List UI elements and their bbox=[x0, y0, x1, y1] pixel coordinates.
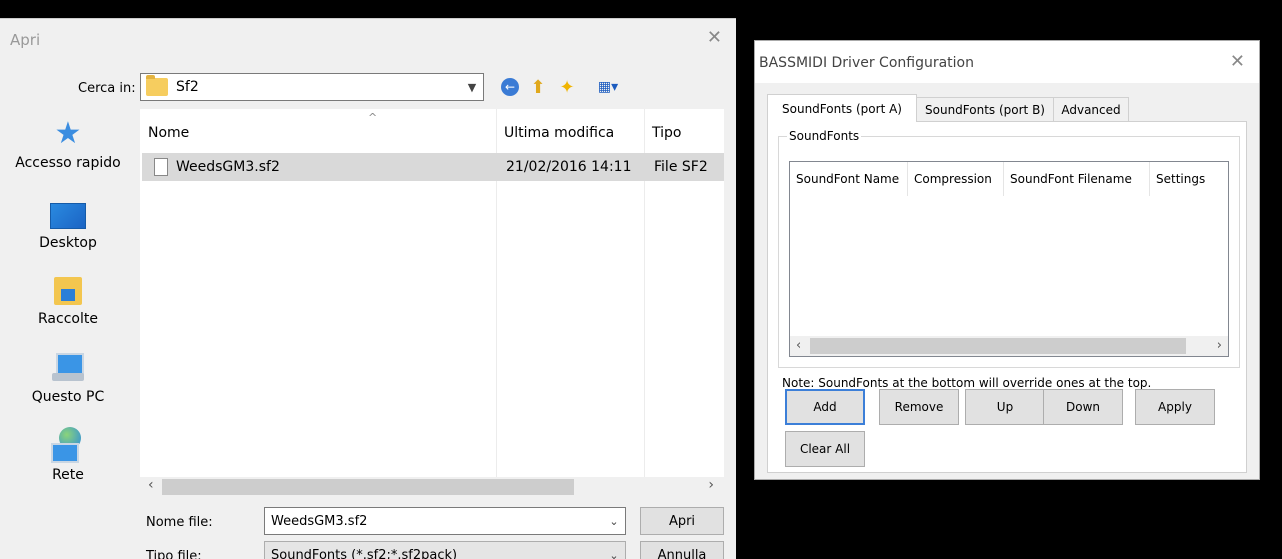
back-button[interactable]: ← bbox=[498, 74, 522, 100]
look-in-label: Cerca in: bbox=[78, 81, 136, 96]
scroll-left-icon[interactable]: ‹ bbox=[148, 477, 154, 493]
open-button[interactable]: Apri bbox=[640, 507, 724, 535]
column-header-soundfont-name[interactable]: SoundFont Name bbox=[790, 162, 908, 196]
clear-all-button[interactable]: Clear All bbox=[785, 431, 865, 467]
look-in-combo[interactable]: Sf2 ▼ bbox=[140, 73, 484, 101]
tab-soundfonts-port-a[interactable]: SoundFonts (port A) bbox=[767, 94, 917, 122]
this-pc-icon bbox=[52, 353, 84, 383]
place-label: Rete bbox=[52, 467, 84, 483]
view-menu-button[interactable]: ▦▾ bbox=[590, 74, 626, 100]
scrollbar-thumb[interactable] bbox=[162, 479, 574, 495]
tab-soundfonts-port-b[interactable]: SoundFonts (port B) bbox=[915, 97, 1055, 121]
place-desktop[interactable]: Desktop bbox=[0, 203, 136, 251]
network-icon bbox=[51, 427, 85, 463]
file-type-label: Tipo file: bbox=[146, 549, 202, 559]
up-folder-icon: ⬆ bbox=[530, 76, 546, 98]
group-label: SoundFonts bbox=[787, 129, 862, 143]
sort-ascending-icon: ^ bbox=[368, 111, 378, 124]
override-note: Note: SoundFonts at the bottom will over… bbox=[782, 376, 1152, 390]
cancel-button[interactable]: Annulla bbox=[640, 541, 724, 559]
scroll-right-icon[interactable]: › bbox=[1217, 338, 1222, 353]
file-icon bbox=[154, 158, 168, 176]
place-libraries[interactable]: Raccolte bbox=[0, 277, 136, 327]
file-name-label: Nome file: bbox=[146, 515, 213, 530]
tab-advanced[interactable]: Advanced bbox=[1053, 97, 1129, 121]
place-quick-access[interactable]: ★ Accesso rapido bbox=[0, 116, 136, 172]
open-file-dialog: Apri ✕ Cerca in: Sf2 ▼ ← ⬆ ✦ ▦▾ ★ Access… bbox=[0, 18, 736, 559]
new-folder-icon: ✦ bbox=[559, 76, 575, 98]
close-icon[interactable]: ✕ bbox=[1230, 51, 1245, 72]
add-button[interactable]: Add bbox=[785, 389, 865, 425]
bassmidi-config-dialog: BASSMIDI Driver Configuration ✕ SoundFon… bbox=[754, 40, 1260, 480]
file-modified: 21/02/2016 14:11 bbox=[506, 159, 632, 175]
folder-icon bbox=[146, 75, 168, 96]
scrollbar-thumb[interactable] bbox=[810, 338, 1186, 354]
close-icon[interactable]: ✕ bbox=[707, 27, 722, 48]
up-button[interactable]: Up bbox=[965, 389, 1045, 425]
file-name: WeedsGM3.sf2 bbox=[176, 159, 280, 175]
file-name-value: WeedsGM3.sf2 bbox=[271, 513, 368, 529]
column-header-compression[interactable]: Compression bbox=[908, 162, 1004, 196]
chevron-down-icon[interactable]: ⌄ bbox=[603, 549, 625, 559]
remove-button[interactable]: Remove bbox=[879, 389, 959, 425]
file-type-value: SoundFonts (*.sf2;*.sf2pack) bbox=[271, 547, 458, 559]
libraries-icon bbox=[54, 277, 82, 305]
places-bar: ★ Accesso rapido Desktop Raccolte Questo… bbox=[0, 109, 136, 509]
column-header-settings[interactable]: Settings bbox=[1150, 162, 1228, 196]
file-row[interactable]: WeedsGM3.sf2 21/02/2016 14:11 File SF2 bbox=[142, 153, 724, 181]
place-label: Desktop bbox=[39, 235, 97, 251]
title-bar: BASSMIDI Driver Configuration ✕ bbox=[755, 41, 1259, 83]
apply-button[interactable]: Apply bbox=[1135, 389, 1215, 425]
new-folder-button[interactable]: ✦ bbox=[554, 74, 580, 100]
down-button[interactable]: Down bbox=[1043, 389, 1123, 425]
soundfont-list[interactable]: SoundFont Name Compression SoundFont Fil… bbox=[789, 161, 1229, 357]
quick-access-star-icon: ★ bbox=[54, 116, 82, 151]
view-menu-icon: ▦▾ bbox=[597, 79, 619, 95]
horizontal-scrollbar[interactable]: ‹ › bbox=[790, 336, 1228, 356]
place-label: Questo PC bbox=[31, 389, 105, 405]
chevron-down-icon[interactable]: ⌄ bbox=[603, 515, 625, 528]
file-name-input[interactable]: WeedsGM3.sf2 ⌄ bbox=[264, 507, 626, 535]
file-type-select[interactable]: SoundFonts (*.sf2;*.sf2pack) ⌄ bbox=[264, 541, 626, 559]
dialog-title: Apri bbox=[10, 31, 41, 49]
up-folder-button[interactable]: ⬆ bbox=[526, 74, 550, 100]
file-list[interactable]: ^ Nome Ultima modifica Tipo WeedsGM3.sf2… bbox=[140, 109, 724, 477]
place-network[interactable]: Rete bbox=[0, 427, 136, 483]
file-type: File SF2 bbox=[654, 159, 708, 175]
chevron-down-icon[interactable]: ▼ bbox=[461, 81, 483, 94]
desktop-icon bbox=[50, 203, 86, 229]
look-in-value: Sf2 bbox=[176, 79, 199, 95]
place-label: Accesso rapido bbox=[15, 155, 121, 171]
soundfonts-group: SoundFonts SoundFont Name Compression So… bbox=[778, 129, 1240, 368]
column-header-name[interactable]: Nome bbox=[148, 125, 189, 141]
list-header: SoundFont Name Compression SoundFont Fil… bbox=[790, 162, 1228, 196]
scroll-right-icon[interactable]: › bbox=[708, 477, 714, 493]
column-header-modified[interactable]: Ultima modifica bbox=[504, 125, 614, 141]
horizontal-scrollbar[interactable]: ‹ › bbox=[140, 477, 724, 497]
place-this-pc[interactable]: Questo PC bbox=[0, 353, 136, 405]
scroll-left-icon[interactable]: ‹ bbox=[796, 338, 801, 353]
place-label: Raccolte bbox=[38, 311, 98, 327]
back-arrow-icon: ← bbox=[501, 78, 519, 96]
column-header-soundfont-filename[interactable]: SoundFont Filename bbox=[1004, 162, 1150, 196]
dialog-title: BASSMIDI Driver Configuration bbox=[759, 55, 974, 71]
column-header-type[interactable]: Tipo bbox=[652, 125, 681, 141]
